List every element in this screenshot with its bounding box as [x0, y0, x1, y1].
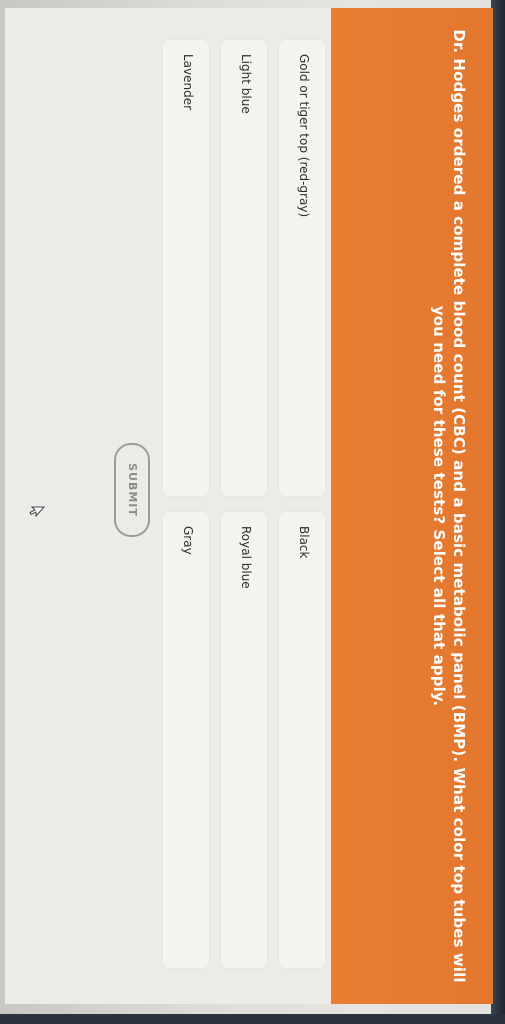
- option-label: Black: [297, 526, 311, 559]
- option-label: Light blue: [239, 54, 253, 114]
- submit-button[interactable]: SUBMIT: [114, 443, 150, 537]
- screen: Dr. Hodges ordered a complete blood coun…: [0, 0, 505, 1024]
- answer-options: Gold or tiger top (red-gray) Black Light…: [0, 0, 505, 1024]
- option-label: Gray: [181, 526, 195, 555]
- option-black[interactable]: Black: [279, 512, 325, 968]
- quiz-stage: Dr. Hodges ordered a complete blood coun…: [0, 0, 505, 1024]
- option-label: Gold or tiger top (red-gray): [297, 54, 311, 218]
- option-label: Royal blue: [239, 526, 253, 589]
- option-label: Lavender: [181, 54, 195, 111]
- mouse-pointer-icon: [29, 506, 45, 518]
- option-royal-blue[interactable]: Royal blue: [221, 512, 267, 968]
- option-gray[interactable]: Gray: [163, 512, 209, 968]
- option-gold-tiger-top[interactable]: Gold or tiger top (red-gray): [279, 40, 325, 496]
- option-lavender[interactable]: Lavender: [163, 40, 209, 496]
- option-light-blue[interactable]: Light blue: [221, 40, 267, 496]
